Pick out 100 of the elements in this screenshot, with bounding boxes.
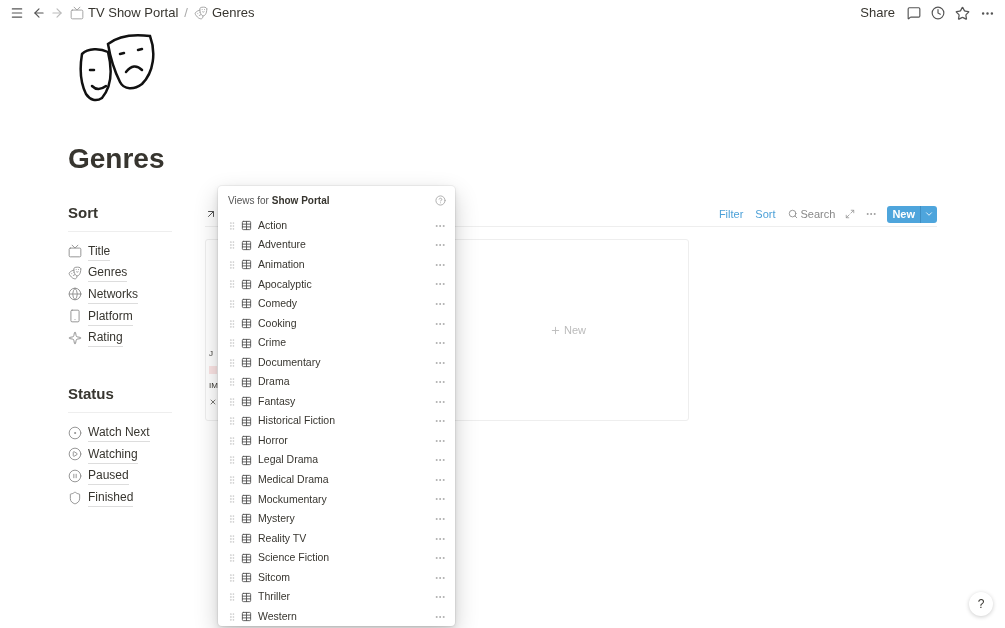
page-link[interactable]: Platform <box>88 306 133 326</box>
table-icon <box>241 357 252 369</box>
page-link[interactable]: Networks <box>88 285 138 304</box>
view-item[interactable]: Reality TV <box>227 528 446 549</box>
drag-handle-icon[interactable] <box>227 220 237 231</box>
drag-handle-icon[interactable] <box>227 435 237 446</box>
drag-handle-icon[interactable] <box>227 474 237 485</box>
breadcrumb-separator: / <box>184 4 188 23</box>
page-link[interactable]: Title <box>88 241 111 261</box>
open-link-icon[interactable] <box>205 208 217 220</box>
drag-handle-icon[interactable] <box>227 572 237 583</box>
view-item[interactable]: Drama <box>227 372 446 392</box>
page-link[interactable]: Watch Next <box>88 423 150 443</box>
globe-icon <box>68 287 82 302</box>
view-item[interactable]: Medical Drama <box>227 470 446 490</box>
drag-handle-icon[interactable] <box>227 357 237 368</box>
help-icon[interactable] <box>435 194 446 206</box>
comment-icon[interactable] <box>907 6 921 20</box>
clock-icon[interactable] <box>931 6 945 20</box>
view-name: Mockumentary <box>258 491 328 507</box>
back-icon[interactable] <box>32 6 46 20</box>
drag-handle-icon[interactable] <box>227 240 237 251</box>
view-item[interactable]: Thriller <box>227 587 446 607</box>
view-name: Legal Drama <box>258 452 320 468</box>
menu-title: Views for Show Portal <box>228 193 331 208</box>
view-name: Documentary <box>258 354 322 370</box>
view-item[interactable]: Fantasy <box>227 391 446 412</box>
table-icon <box>241 474 252 486</box>
breadcrumb-link[interactable]: Genres <box>211 3 255 23</box>
view-name: Reality TV <box>258 530 308 546</box>
view-item[interactable]: Horror <box>227 431 446 451</box>
view-item[interactable]: Apocalyptic <box>227 274 446 295</box>
drag-handle-icon[interactable] <box>227 259 237 270</box>
view-item[interactable]: Cooking <box>227 313 446 334</box>
drag-handle-icon[interactable] <box>227 338 237 349</box>
view-item[interactable]: Animation <box>227 255 446 275</box>
view-item[interactable]: Historical Fiction <box>227 411 446 431</box>
close-icon <box>209 398 217 406</box>
view-name: Comedy <box>258 296 299 312</box>
table-icon <box>241 611 252 623</box>
search-button[interactable]: Search <box>787 205 836 223</box>
drag-handle-icon[interactable] <box>227 455 237 466</box>
view-item[interactable]: Sitcom <box>227 567 446 588</box>
breadcrumb-link[interactable]: TV Show Portal <box>88 3 179 23</box>
table-icon <box>241 220 252 232</box>
drag-handle-icon[interactable] <box>227 494 237 505</box>
view-item[interactable]: Mockumentary <box>227 489 446 510</box>
view-name: Fantasy <box>258 393 297 409</box>
drag-handle-icon[interactable] <box>227 592 237 603</box>
drag-handle-icon[interactable] <box>227 318 237 329</box>
share-button[interactable]: Share <box>860 3 895 23</box>
drag-handle-icon[interactable] <box>227 611 237 622</box>
view-item[interactable]: Western <box>227 606 446 627</box>
section-heading: Sort <box>68 202 172 232</box>
view-item[interactable]: Adventure <box>227 235 446 256</box>
circle-icon <box>68 425 82 440</box>
card-text: J <box>209 348 214 360</box>
star-icon[interactable] <box>955 5 970 21</box>
view-item[interactable]: Action <box>227 216 446 236</box>
tv-icon <box>68 244 82 259</box>
table-icon <box>241 239 252 251</box>
view-item[interactable]: Crime <box>227 333 446 353</box>
view-name: Horror <box>258 432 289 448</box>
expand-icon[interactable] <box>845 209 856 219</box>
drag-handle-icon[interactable] <box>227 377 237 388</box>
page-link[interactable]: Rating <box>88 328 123 348</box>
view-name: Action <box>258 217 289 233</box>
drag-handle-icon[interactable] <box>227 279 237 290</box>
menu-icon[interactable] <box>10 6 24 20</box>
view-item[interactable]: Mystery <box>227 509 446 529</box>
view-item[interactable]: Legal Drama <box>227 450 446 471</box>
table-icon <box>241 552 252 564</box>
view-name: Adventure <box>258 237 307 253</box>
view-item[interactable]: Documentary <box>227 352 446 373</box>
view-item[interactable]: Comedy <box>227 294 446 314</box>
page-link[interactable]: Finished <box>88 488 134 508</box>
view-name: Mystery <box>258 511 296 527</box>
theater-masks-icon <box>68 265 82 280</box>
drag-handle-icon[interactable] <box>227 298 237 309</box>
drag-handle-icon[interactable] <box>227 553 237 564</box>
drag-handle-icon[interactable] <box>227 513 237 524</box>
drag-handle-icon[interactable] <box>227 533 237 544</box>
page-link[interactable]: Genres <box>88 263 128 283</box>
drag-handle-icon[interactable] <box>227 396 237 407</box>
shield-icon <box>68 490 82 505</box>
page-link[interactable]: Watching <box>88 444 138 464</box>
card-text: IM <box>209 380 218 392</box>
drag-handle-icon[interactable] <box>227 416 237 427</box>
page-title: Genres <box>67 142 166 176</box>
page-link[interactable]: Paused <box>88 466 129 486</box>
table-icon <box>241 278 252 290</box>
view-item[interactable]: Science Fiction <box>227 548 446 568</box>
view-name: Medical Drama <box>258 472 330 487</box>
table-icon <box>241 298 252 310</box>
table-icon <box>241 337 252 349</box>
help-button[interactable]: ? <box>969 592 993 616</box>
table-icon <box>241 572 252 584</box>
view-name: Animation <box>258 257 306 272</box>
plus-icon <box>550 324 561 336</box>
theater-masks-icon <box>193 6 208 20</box>
